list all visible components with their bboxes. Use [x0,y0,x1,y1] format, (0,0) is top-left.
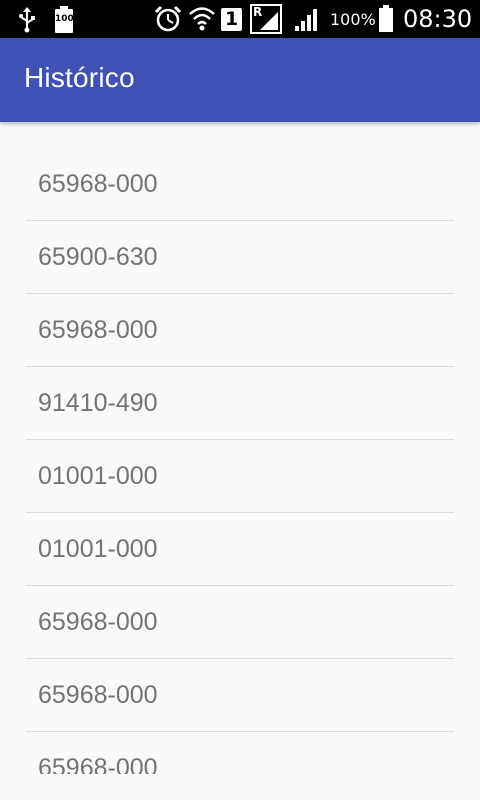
cep-text: 65900-630 [38,243,158,271]
history-list: 65968-000 65900-630 65968-000 91410-490 … [26,148,454,774]
cep-text: 65968-000 [38,170,158,198]
list-item[interactable]: 65968-000 [26,294,454,367]
cep-text: 65968-000 [38,681,158,709]
history-list-area[interactable]: 65968-000 65900-630 65968-000 91410-490 … [0,122,480,774]
battery-badge-text: 100 [55,14,74,24]
battery-percent: 100% [330,10,376,29]
status-bar: 100 1 R 100% 08:30 [0,0,480,38]
list-item[interactable]: 65968-000 [26,659,454,732]
cep-text: 01001-000 [38,535,158,563]
signal-icon [295,9,317,31]
app-bar: Histórico [0,38,480,122]
cep-text: 65968-000 [38,316,158,344]
list-item[interactable]: 91410-490 [26,367,454,440]
list-item[interactable]: 01001-000 [26,440,454,513]
battery-icon [379,5,393,32]
list-item[interactable]: 65968-000 [26,148,454,221]
cep-text: 65968-000 [38,754,158,774]
list-item[interactable]: 65968-000 [26,586,454,659]
sim-slot-text: 1 [225,8,239,30]
wifi-icon [189,7,215,31]
usb-icon [19,7,35,33]
cep-text: 65968-000 [38,608,158,636]
clock: 08:30 [403,5,473,33]
list-item[interactable]: 65900-630 [26,221,454,294]
list-item[interactable]: 65968-000 [26,732,454,774]
list-item[interactable]: 01001-000 [26,513,454,586]
roaming-text: R [253,5,263,19]
cep-text: 91410-490 [38,389,158,417]
alarm-icon [154,5,182,32]
bottom-spacer [0,774,480,800]
cep-text: 01001-000 [38,462,158,490]
page-title: Histórico [24,62,135,93]
